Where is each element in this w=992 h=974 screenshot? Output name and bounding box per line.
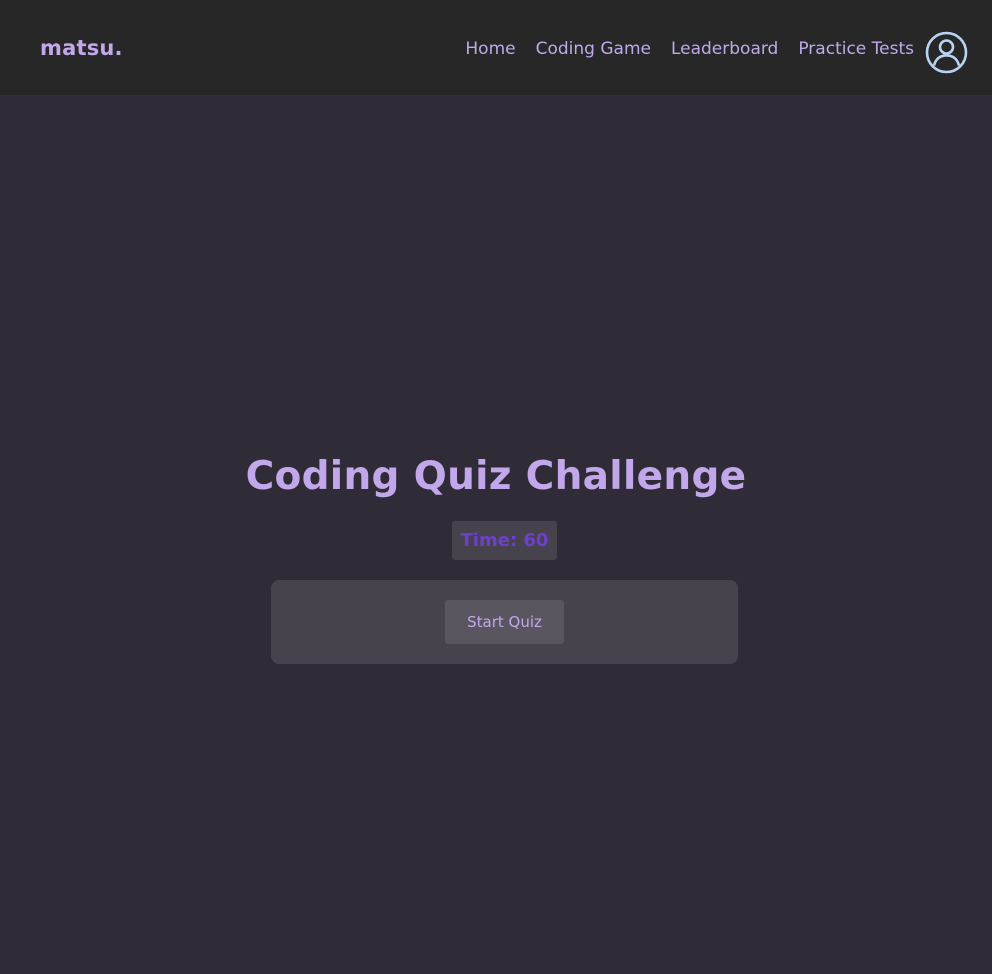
nav-link-coding-game[interactable]: Coding Game [536, 36, 651, 62]
nav-link-practice-tests[interactable]: Practice Tests [798, 36, 914, 62]
main-content: Coding Quiz Challenge Time: 60 Start Qui… [0, 95, 992, 974]
nav-links: Home Coding Game Leaderboard Practice Te… [465, 36, 914, 62]
user-circle-icon[interactable] [925, 31, 968, 74]
logo[interactable]: matsu. [40, 34, 123, 62]
logo-dot: . [114, 36, 123, 60]
logo-text: matsu [40, 36, 115, 60]
timer-badge: Time: 60 [452, 521, 557, 560]
quiz-title: Coding Quiz Challenge [245, 454, 747, 499]
nav-link-leaderboard[interactable]: Leaderboard [671, 36, 778, 62]
quiz-card: Start Quiz [271, 580, 738, 664]
start-quiz-button[interactable]: Start Quiz [445, 600, 564, 644]
nav-link-home[interactable]: Home [465, 36, 515, 62]
navbar: matsu. Home Coding Game Leaderboard Prac… [0, 0, 992, 95]
